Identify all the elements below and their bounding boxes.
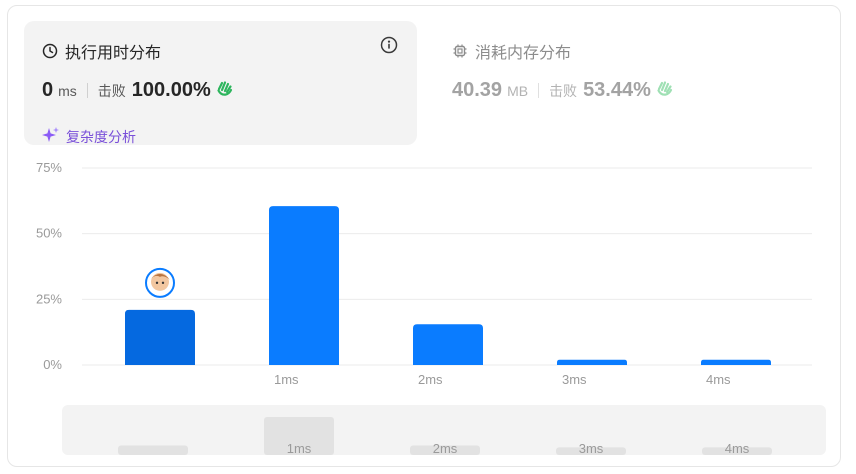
avatar-eye (161, 281, 165, 285)
bar (269, 206, 339, 365)
x-tick-label: 4ms (706, 372, 731, 387)
bar (125, 309, 195, 365)
bar (557, 359, 627, 365)
overview-label: 4ms (725, 441, 750, 456)
overview-label: 1ms (287, 441, 312, 456)
x-tick-label: 2ms (418, 372, 443, 387)
x-tick-label: 1ms (274, 372, 299, 387)
x-tick-label: 3ms (562, 372, 587, 387)
bar (413, 324, 483, 365)
overview-label: 3ms (579, 441, 604, 456)
y-tick-label: 25% (36, 291, 62, 306)
y-tick-label: 50% (36, 226, 62, 241)
overview-label: 2ms (433, 441, 458, 456)
y-tick-label: 75% (36, 160, 62, 175)
overview-bar (118, 445, 188, 455)
bar (701, 359, 771, 365)
avatar-eye (155, 281, 159, 285)
runtime-bar-chart: 0% 25% 50% 75% 1ms 2ms 3ms 4ms 1ms 2ms 3ms 4ms (36, 160, 812, 456)
y-tick-label: 0% (43, 357, 62, 372)
